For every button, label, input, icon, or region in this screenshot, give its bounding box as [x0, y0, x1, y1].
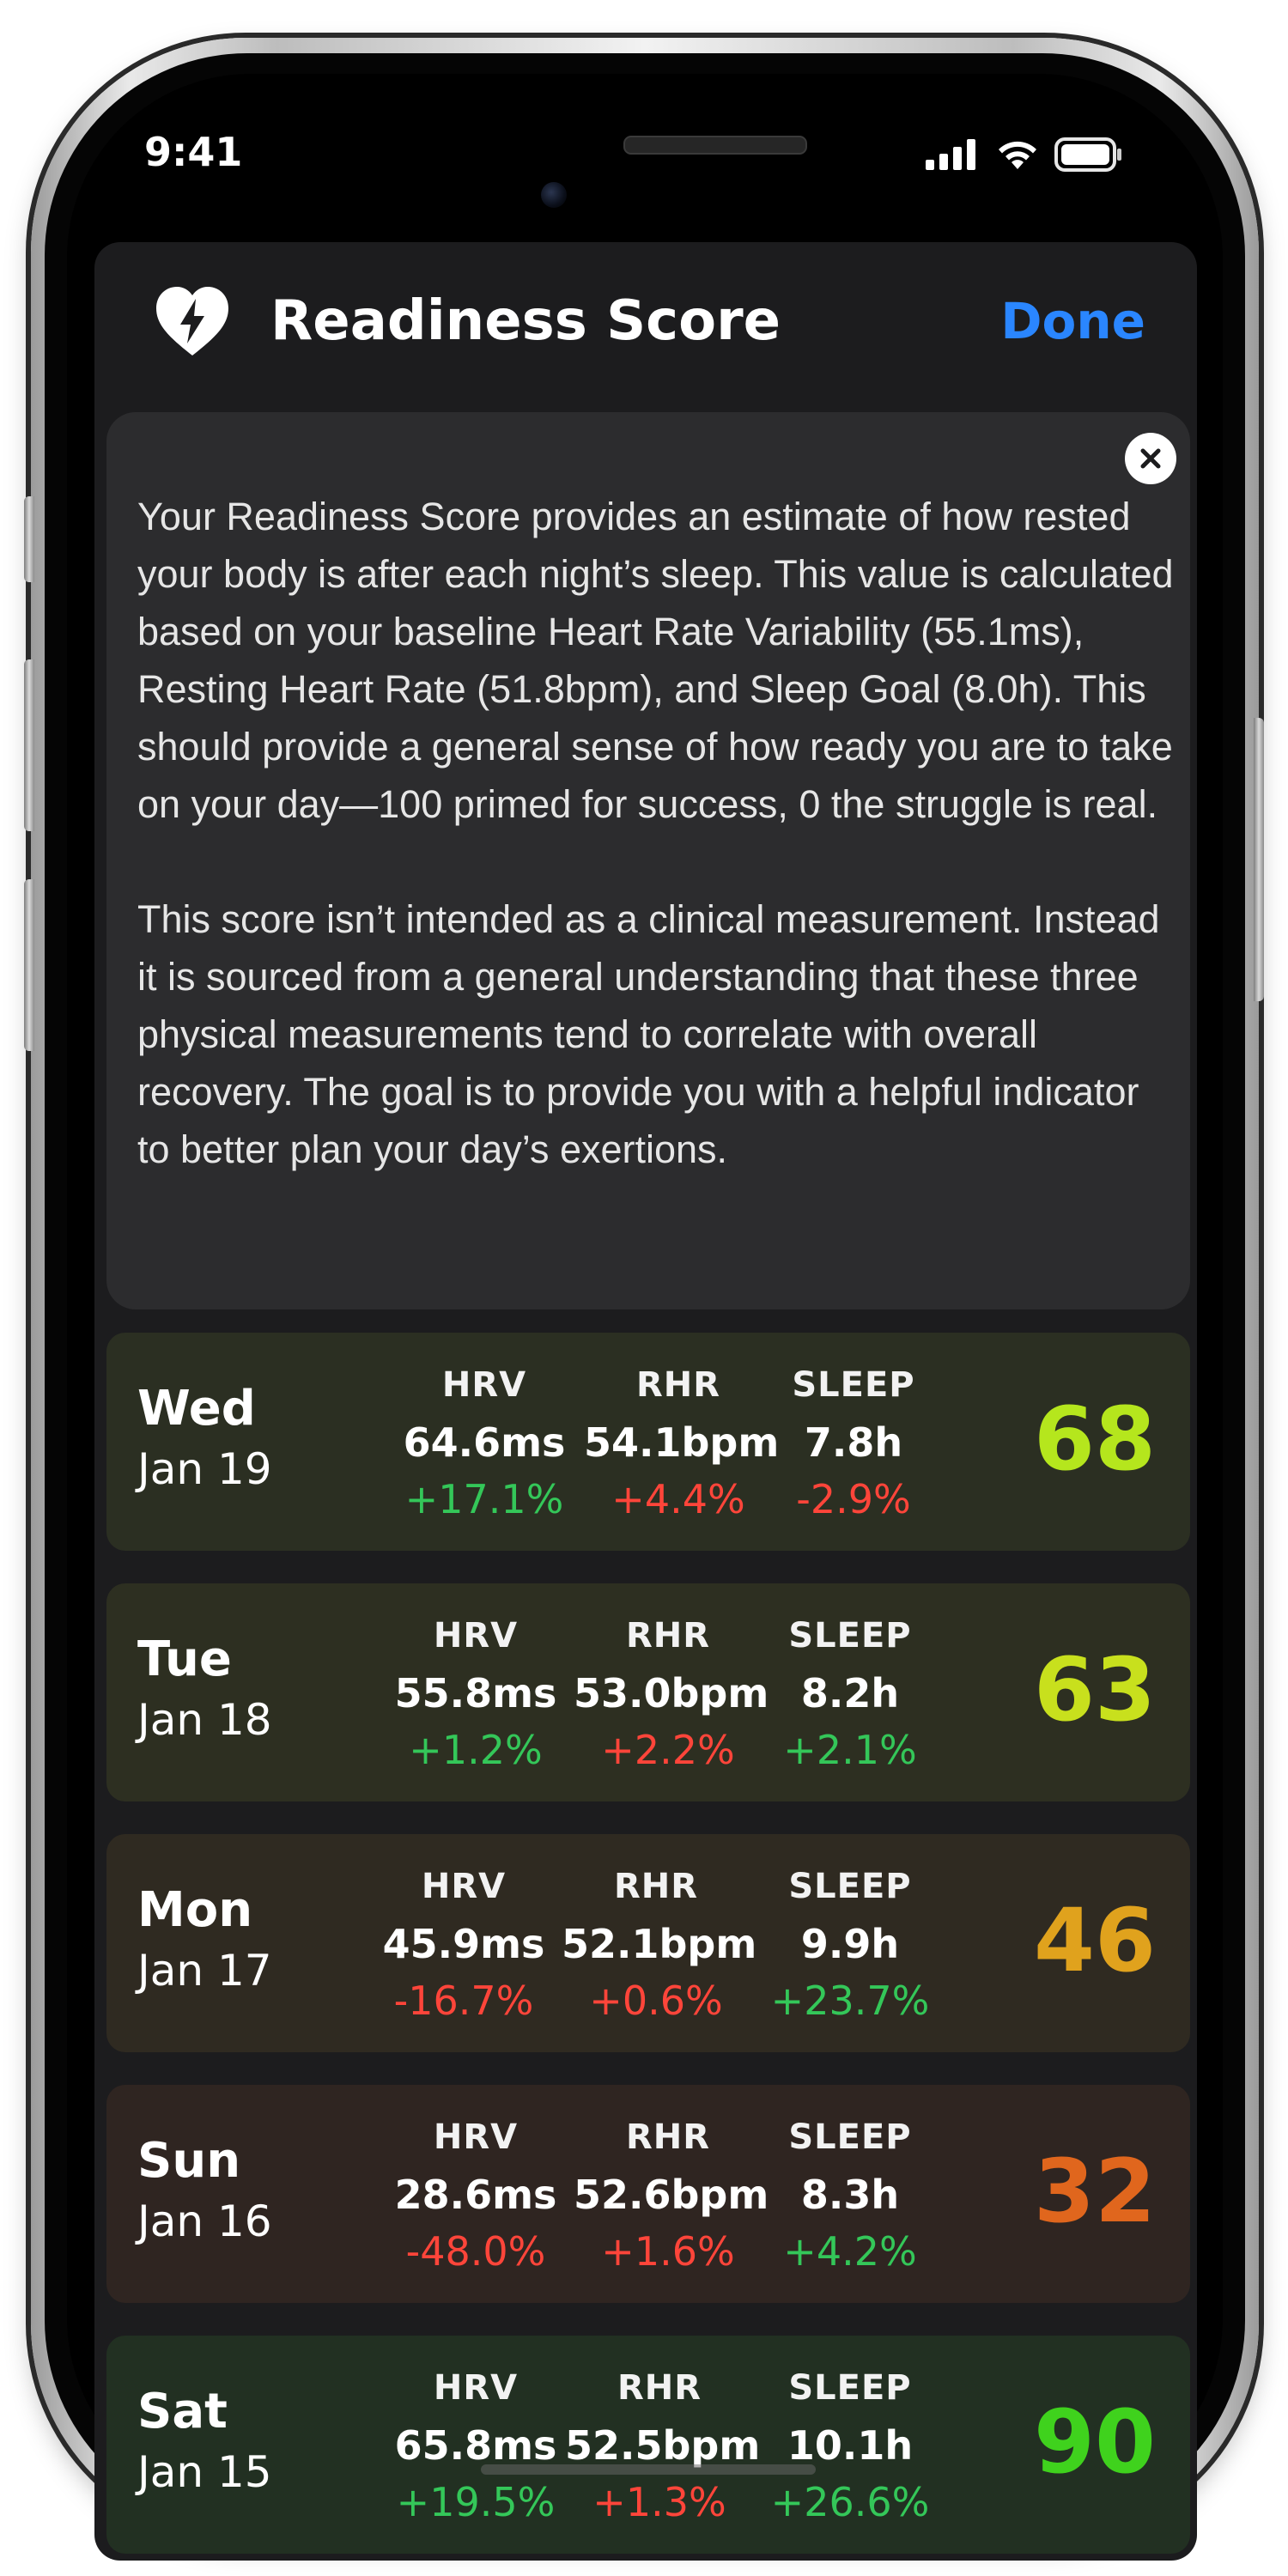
day-date: Jan 18: [137, 1695, 272, 1745]
hrv-label: HRV: [421, 1867, 507, 1906]
readiness-score: 46: [1034, 1890, 1156, 1992]
readiness-score: 90: [1034, 2391, 1156, 2494]
day-name: Wed: [137, 1381, 256, 1437]
done-button[interactable]: Done: [1000, 280, 1145, 362]
rhr-value: 52.6bpm: [574, 2172, 769, 2218]
rhr-metric: RHR 54.1bpm +4.4%: [584, 1365, 780, 1527]
hrv-metric: HRV 55.8ms +1.2%: [381, 1616, 570, 1777]
sleep-delta: +2.1%: [783, 1727, 917, 1773]
sleep-label: SLEEP: [788, 2117, 912, 2157]
hrv-metric: HRV 65.8ms +19.5%: [381, 2368, 570, 2530]
heart-bolt-icon: [156, 287, 228, 355]
day-row[interactable]: Mon Jan 17 HRV 45.9ms -16.7% RHR 52.1bpm…: [106, 1834, 1190, 2052]
sleep-metric: SLEEP 9.9h +23.7%: [756, 1867, 945, 2028]
rhr-label: RHR: [635, 1365, 721, 1405]
status-icons: [926, 137, 1123, 172]
sleep-label: SLEEP: [792, 1365, 915, 1405]
rhr-delta: +1.6%: [601, 2228, 735, 2275]
sleep-label: SLEEP: [788, 1616, 912, 1656]
hrv-value: 64.6ms: [403, 1419, 566, 1466]
info-paragraph: Your Readiness Score provides an estimat…: [137, 495, 1174, 826]
info-text: Your Readiness Score provides an estimat…: [137, 488, 1176, 1178]
earpiece-speaker: [623, 136, 807, 155]
sleep-value: 7.8h: [804, 1419, 903, 1466]
front-camera: [541, 182, 567, 208]
hrv-metric: HRV 28.6ms -48.0%: [381, 2117, 570, 2279]
readiness-score: 32: [1034, 2141, 1156, 2243]
sleep-value: 8.2h: [800, 1670, 900, 1716]
day-name: Mon: [137, 1882, 253, 1938]
rhr-delta: +0.6%: [589, 1978, 723, 2024]
hrv-delta: +1.2%: [409, 1727, 543, 1773]
day-row[interactable]: Sun Jan 16 HRV 28.6ms -48.0% RHR 52.6bpm…: [106, 2085, 1190, 2303]
rhr-label: RHR: [617, 2368, 702, 2408]
volume-down-button: [24, 879, 34, 1051]
hrv-value: 55.8ms: [394, 1670, 557, 1716]
status-time: 9:41: [144, 129, 243, 175]
readiness-score: 68: [1034, 1388, 1156, 1491]
hrv-delta: -48.0%: [405, 2228, 546, 2275]
day-date: Jan 19: [137, 1444, 272, 1494]
sleep-metric: SLEEP 7.8h -2.9%: [759, 1365, 948, 1527]
hrv-delta: +17.1%: [404, 1476, 564, 1522]
day-date: Jan 17: [137, 1946, 272, 1996]
rhr-delta: +1.3%: [592, 2479, 726, 2525]
rhr-label: RHR: [613, 1867, 699, 1906]
rhr-delta: +2.2%: [601, 1727, 735, 1773]
silent-switch: [24, 496, 34, 582]
cellular-signal-icon: [926, 139, 975, 170]
sleep-value: 9.9h: [800, 1921, 900, 1967]
day-name: Tue: [137, 1631, 232, 1687]
page-title: Readiness Score: [270, 289, 781, 353]
hrv-label: HRV: [433, 2117, 519, 2157]
sleep-metric: SLEEP 10.1h +26.6%: [756, 2368, 945, 2530]
hrv-delta: +19.5%: [396, 2479, 556, 2525]
close-icon: [1140, 448, 1161, 469]
volume-up-button: [24, 659, 34, 831]
rhr-metric: RHR 52.1bpm +0.6%: [562, 1867, 757, 2028]
rhr-metric: RHR 52.6bpm +1.6%: [574, 2117, 769, 2279]
sleep-value: 8.3h: [800, 2172, 900, 2218]
sleep-delta: +26.6%: [770, 2479, 930, 2525]
hrv-metric: HRV 64.6ms +17.1%: [390, 1365, 579, 1527]
sleep-label: SLEEP: [788, 1867, 912, 1906]
hrv-value: 28.6ms: [394, 2172, 557, 2218]
rhr-delta: +4.4%: [611, 1476, 745, 1522]
hrv-label: HRV: [433, 1616, 519, 1656]
power-button: [1254, 718, 1264, 1001]
close-info-button[interactable]: [1125, 433, 1176, 484]
day-name: Sat: [137, 2384, 228, 2439]
info-card: Your Readiness Score provides an estimat…: [106, 412, 1190, 1309]
sleep-delta: +23.7%: [770, 1978, 930, 2024]
rhr-value: 54.1bpm: [584, 1419, 780, 1466]
sleep-metric: SLEEP 8.2h +2.1%: [756, 1616, 945, 1777]
day-row[interactable]: Tue Jan 18 HRV 55.8ms +1.2% RHR 53.0bpm …: [106, 1583, 1190, 1801]
home-indicator[interactable]: [481, 2464, 816, 2475]
hrv-metric: HRV 45.9ms -16.7%: [369, 1867, 558, 2028]
day-row[interactable]: Sat Jan 15 HRV 65.8ms +19.5% RHR 52.5bpm…: [106, 2336, 1190, 2554]
hrv-value: 45.9ms: [382, 1921, 545, 1967]
hrv-delta: -16.7%: [393, 1978, 534, 2024]
hrv-label: HRV: [433, 2368, 519, 2408]
rhr-value: 52.1bpm: [562, 1921, 757, 1967]
sleep-label: SLEEP: [788, 2368, 912, 2408]
rhr-label: RHR: [625, 2117, 711, 2157]
readiness-sheet: Readiness Score Done Your Readiness Scor…: [94, 242, 1197, 2561]
rhr-metric: RHR 53.0bpm +2.2%: [574, 1616, 769, 1777]
sleep-metric: SLEEP 8.3h +4.2%: [756, 2117, 945, 2279]
day-date: Jan 16: [137, 2196, 272, 2246]
day-row[interactable]: Wed Jan 19 HRV 64.6ms +17.1% RHR 54.1bpm…: [106, 1333, 1190, 1551]
day-date: Jan 15: [137, 2447, 272, 2497]
hrv-label: HRV: [441, 1365, 527, 1405]
battery-icon: [1054, 137, 1121, 172]
sleep-delta: -2.9%: [796, 1476, 911, 1522]
sleep-delta: +4.2%: [783, 2228, 917, 2275]
readiness-score: 63: [1034, 1639, 1156, 1741]
rhr-label: RHR: [625, 1616, 711, 1656]
info-paragraph: This score isn’t intended as a clinical …: [137, 897, 1160, 1171]
rhr-metric: RHR 52.5bpm +1.3%: [565, 2368, 760, 2530]
day-name: Sun: [137, 2133, 241, 2189]
wifi-icon: [999, 141, 1036, 169]
rhr-value: 53.0bpm: [574, 1670, 769, 1716]
